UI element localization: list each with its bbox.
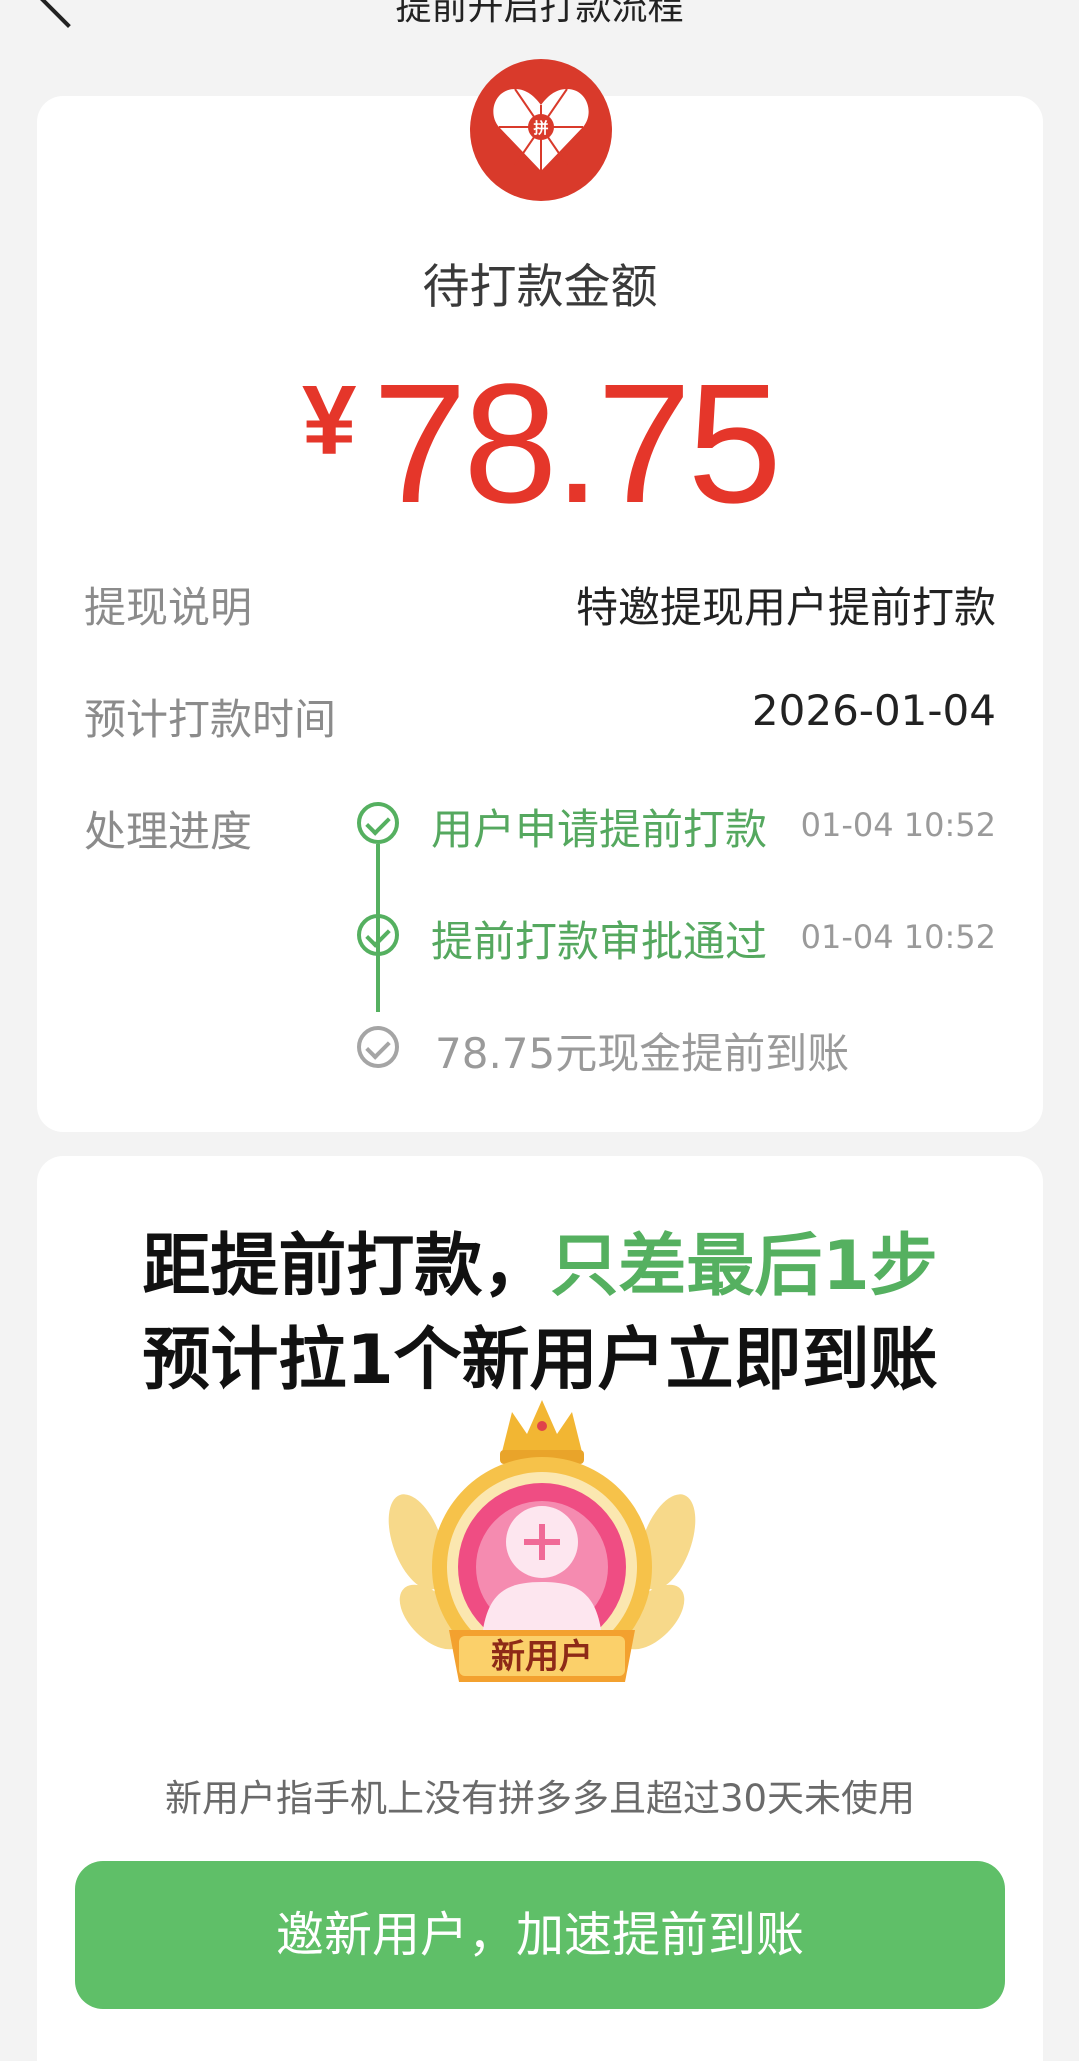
- top-bar: 提前开启打款流程: [0, 0, 1079, 30]
- page-title: 提前开启打款流程: [395, 0, 684, 28]
- headline-line-2: 预计拉1个新用户立即到账: [142, 1321, 938, 1400]
- pinduoduo-logo-icon: 拼: [470, 59, 612, 201]
- amount-display: ¥78.75: [37, 346, 1043, 542]
- check-circle-icon: [357, 914, 399, 956]
- invite-card: 距提前打款，只差最后1步 预计拉1个新用户立即到账 新用户 新用户指手机上没有拼…: [37, 1156, 1043, 2061]
- headline-highlight: 只差最后1步: [550, 1227, 938, 1306]
- expected-time-label: 预计打款时间: [84, 695, 337, 744]
- new-user-badge-icon: 新用户: [377, 1392, 707, 1732]
- step-1-text: 用户申请提前打款: [431, 805, 768, 854]
- amount-label: 待打款金额: [422, 260, 658, 315]
- progress-label: 处理进度: [84, 807, 253, 856]
- withdraw-note-label: 提现说明: [84, 583, 253, 632]
- check-circle-icon: [357, 802, 399, 844]
- check-circle-icon: [357, 1026, 399, 1068]
- currency-symbol: ¥: [302, 365, 357, 475]
- step-1-time: 01-04 10:52: [800, 806, 996, 844]
- amount-value: 78.75: [372, 349, 782, 539]
- svg-text:拼: 拼: [533, 119, 548, 137]
- step-3-text: 78.75元现金提前到账: [435, 1029, 850, 1078]
- headline-prefix: 距提前打款，: [142, 1227, 551, 1306]
- expected-time-value: 2026-01-04: [751, 686, 996, 735]
- invite-new-user-button[interactable]: 邀新用户，加速提前到账: [75, 1861, 1005, 2009]
- new-user-note: 新用户指手机上没有拼多多且超过30天未使用: [164, 1777, 916, 1820]
- headline-line-1: 距提前打款，只差最后1步: [37, 1210, 1043, 1309]
- amount-card: 拼 待打款金额 ¥78.75 提现说明 特邀提现用户提前打款 预计打款时间 20…: [37, 59, 1043, 1132]
- step-2-time: 01-04 10:52: [800, 918, 996, 956]
- withdraw-note-value: 特邀提现用户提前打款: [575, 583, 996, 632]
- step-2-text: 提前打款审批通过: [431, 917, 768, 966]
- badge-label: 新用户: [491, 1637, 593, 1677]
